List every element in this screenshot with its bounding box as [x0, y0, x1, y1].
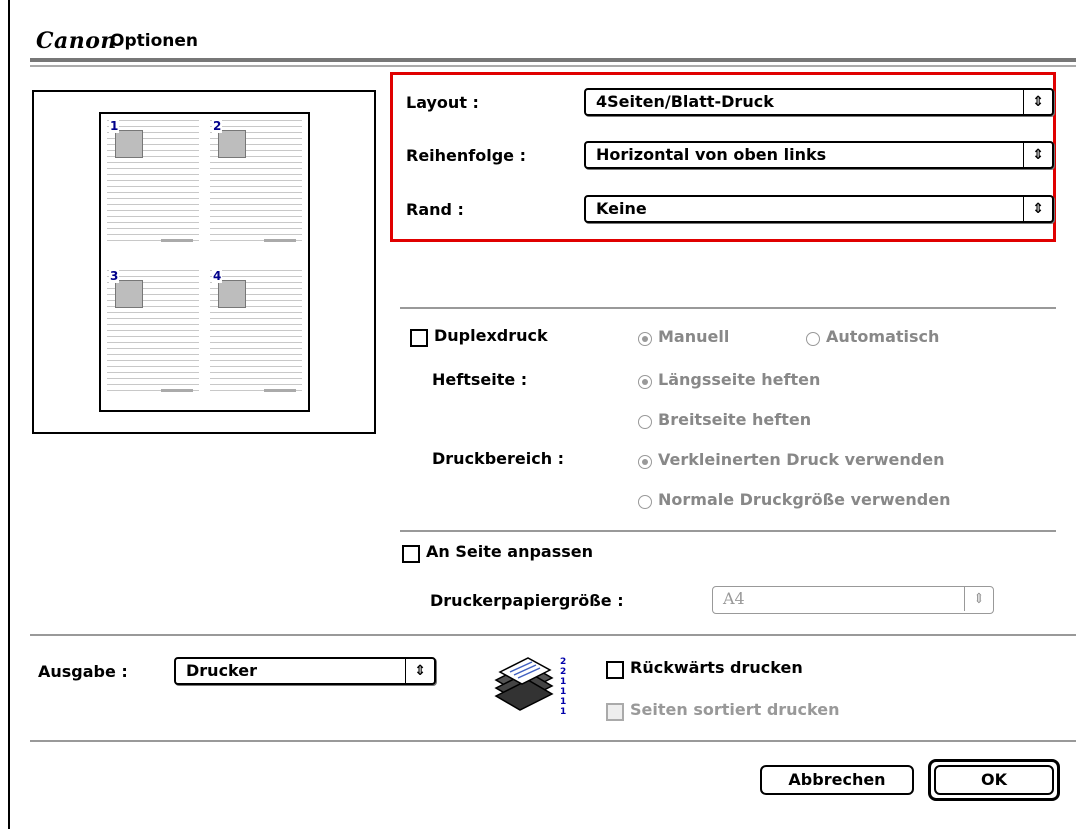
duplex-checkbox[interactable]: [410, 329, 428, 347]
page-footer: [161, 389, 193, 392]
layout-popup[interactable]: 4Seiten/Blatt-Druck ⇕: [584, 88, 1054, 116]
output-label: Ausgabe :: [38, 662, 128, 681]
preview-page-4: 4: [210, 270, 302, 394]
area-normal-label: Normale Druckgröße verwenden: [658, 490, 951, 509]
collate-label: Seiten sortiert drucken: [630, 700, 840, 719]
dialog-title: Optionen: [110, 31, 198, 51]
paper-size-popup[interactable]: A4 ⇕: [712, 586, 994, 614]
page-footer: [264, 239, 296, 242]
page-number: 3: [109, 269, 120, 283]
binding-long-label: Längsseite heften: [658, 370, 821, 389]
svg-text:1: 1: [560, 677, 566, 687]
page-number: 4: [212, 269, 223, 283]
reverse-print-label: Rückwärts drucken: [630, 658, 803, 677]
brand-title: Canon: [36, 28, 117, 54]
svg-text:2: 2: [560, 657, 566, 667]
order-popup[interactable]: Horizontal von oben links ⇕: [584, 141, 1054, 169]
cancel-button[interactable]: Abbrechen: [760, 765, 914, 795]
image-thumbnail: [115, 130, 143, 158]
section-divider: [400, 530, 1056, 532]
border-value: Keine: [596, 199, 647, 218]
order-value: Horizontal von oben links: [596, 145, 827, 164]
border-label: Rand :: [406, 200, 464, 219]
paper-stack-icon: 2 2 1 1 1 1: [492, 650, 572, 730]
section-divider: [30, 634, 1076, 636]
output-value: Drucker: [186, 661, 257, 680]
section-divider: [30, 740, 1076, 742]
output-popup[interactable]: Drucker ⇕: [174, 657, 436, 685]
preview-page-2: 2: [210, 120, 302, 244]
duplex-auto-radio[interactable]: [806, 332, 820, 346]
layout-label: Layout :: [406, 93, 479, 112]
popup-arrow-icon: ⇕: [1023, 143, 1052, 167]
area-normal-radio[interactable]: [638, 495, 652, 509]
duplex-auto-label: Automatisch: [826, 327, 940, 346]
preview-sheet: 1 2 3 4: [99, 112, 310, 412]
duplex-manual-radio[interactable]: [638, 332, 652, 346]
popup-arrow-icon: ⇕: [405, 659, 434, 683]
popup-arrow-icon: ⇕: [1023, 90, 1052, 114]
layout-value: 4Seiten/Blatt-Druck: [596, 92, 774, 111]
title-divider-secondary: [30, 65, 1076, 67]
border-popup[interactable]: Keine ⇕: [584, 195, 1054, 223]
print-area-label: Druckbereich :: [432, 449, 565, 468]
preview-page-3: 3: [107, 270, 199, 394]
page-number: 1: [109, 119, 120, 133]
image-thumbnail: [115, 280, 143, 308]
duplex-manual-label: Manuell: [658, 327, 730, 346]
fit-to-page-label: An Seite anpassen: [426, 542, 593, 561]
binding-short-radio[interactable]: [638, 415, 652, 429]
binding-short-label: Breitseite heften: [658, 410, 812, 429]
svg-text:1: 1: [560, 707, 566, 717]
page-footer: [161, 239, 193, 242]
fit-to-page-checkbox[interactable]: [402, 545, 420, 563]
preview-page-1: 1: [107, 120, 199, 244]
order-label: Reihenfolge :: [406, 146, 526, 165]
title-divider: [30, 58, 1076, 62]
paper-size-label: Druckerpapiergröße :: [430, 591, 624, 610]
reverse-print-checkbox[interactable]: [606, 661, 624, 679]
paper-size-value: A4: [723, 589, 745, 608]
svg-text:1: 1: [560, 687, 566, 697]
image-thumbnail: [218, 130, 246, 158]
duplex-label: Duplexdruck: [434, 326, 548, 345]
popup-arrow-icon: ⇕: [964, 587, 993, 611]
area-reduced-label: Verkleinerten Druck verwenden: [658, 450, 945, 469]
ok-button[interactable]: OK: [934, 765, 1054, 795]
svg-text:2: 2: [560, 667, 566, 677]
section-divider: [400, 307, 1056, 309]
area-reduced-radio[interactable]: [638, 455, 652, 469]
popup-arrow-icon: ⇕: [1023, 197, 1052, 221]
binding-long-radio[interactable]: [638, 375, 652, 389]
collate-checkbox[interactable]: [606, 703, 624, 721]
binding-label: Heftseite :: [432, 370, 528, 389]
image-thumbnail: [218, 280, 246, 308]
page-number: 2: [212, 119, 223, 133]
svg-text:1: 1: [560, 697, 566, 707]
page-footer: [264, 389, 296, 392]
